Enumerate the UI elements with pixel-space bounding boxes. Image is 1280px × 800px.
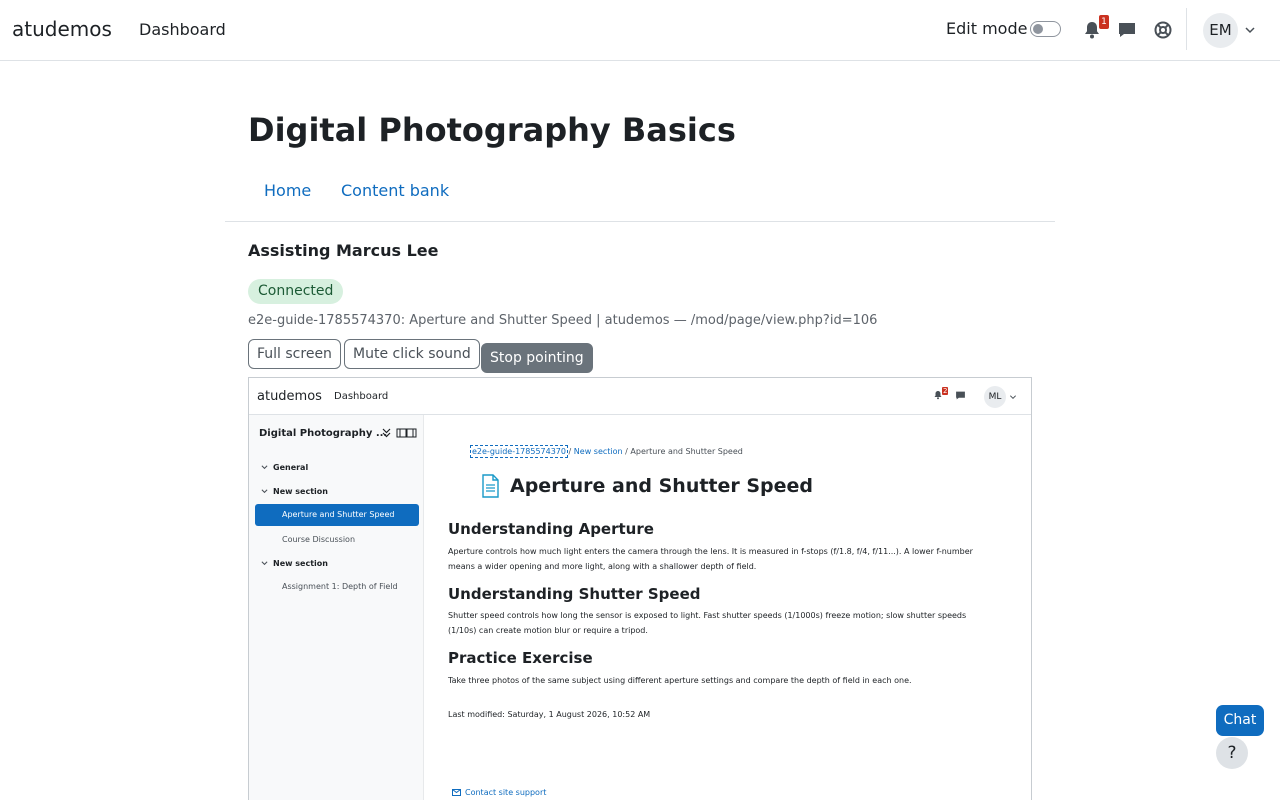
top-navbar: atudemos Dashboard Edit mode 1 EM <box>0 0 1280 61</box>
chevron-down-icon[interactable] <box>261 488 268 495</box>
last-modified: Last modified: Saturday, 1 August 2026, … <box>448 710 651 719</box>
chevron-down-icon[interactable] <box>1244 24 1256 36</box>
lifebuoy-icon[interactable] <box>1153 20 1173 40</box>
sidebar-section-new-2[interactable]: New section <box>273 559 328 568</box>
notification-badge: 1 <box>1099 15 1109 29</box>
sidebar-section-general[interactable]: General <box>273 463 308 472</box>
mute-click-sound-button[interactable]: Mute click sound <box>344 339 480 369</box>
content-text-aperture: Aperture controls how much light enters … <box>448 547 973 571</box>
full-screen-button[interactable]: Full screen <box>248 339 341 369</box>
chevron-down-icon[interactable] <box>261 464 268 471</box>
remote-page-info: e2e-guide-1785574370: Aperture and Shutt… <box>248 313 878 328</box>
remote-site-brand[interactable]: atudemos <box>257 389 322 404</box>
content-heading-shutter: Understanding Shutter Speed <box>448 585 701 603</box>
contact-support-label: Contact site support <box>465 788 547 797</box>
remote-course-index: Digital Photography ... General New sect… <box>249 415 424 800</box>
course-title: Digital Photography Basics <box>248 111 736 149</box>
navbar-divider <box>1186 8 1187 50</box>
tab-home[interactable]: Home <box>264 181 311 200</box>
remote-chat-bubble-icon[interactable] <box>955 390 966 401</box>
envelope-icon <box>452 789 461 796</box>
assist-heading: Assisting Marcus Lee <box>248 241 439 260</box>
chat-bubble-icon[interactable] <box>1117 20 1137 40</box>
sidebar-item-course-discussion[interactable]: Course Discussion <box>282 535 355 544</box>
collapse-drawer-icon[interactable] <box>382 427 422 439</box>
help-button[interactable]: ? <box>1216 737 1248 769</box>
content-text-shutter: Shutter speed controls how long the sens… <box>448 611 967 635</box>
remote-page-title: Aperture and Shutter Speed <box>510 475 814 497</box>
site-brand[interactable]: atudemos <box>12 17 112 41</box>
remote-user-avatar[interactable]: ML <box>984 386 1006 408</box>
sidebar-item-assignment[interactable]: Assignment 1: Depth of Field <box>282 582 398 591</box>
tab-content-bank[interactable]: Content bank <box>341 181 449 200</box>
content-heading-exercise: Practice Exercise <box>448 649 593 667</box>
chevron-down-icon[interactable] <box>261 560 268 567</box>
breadcrumb: e2e-guide-1785574370 / New section / Ape… <box>470 445 743 458</box>
remote-nav-dashboard[interactable]: Dashboard <box>334 391 388 402</box>
sidebar-item-aperture-active[interactable]: Aperture and Shutter Speed <box>255 504 419 526</box>
content-text-exercise: Take three photos of the same subject us… <box>448 676 912 685</box>
stop-pointing-button[interactable]: Stop pointing <box>481 343 593 373</box>
page-document-icon <box>482 474 499 498</box>
remote-notification-badge: 2 <box>942 387 949 395</box>
content-heading-aperture: Understanding Aperture <box>448 520 654 538</box>
edit-mode-toggle[interactable] <box>1030 21 1061 37</box>
nav-dashboard-link[interactable]: Dashboard <box>139 20 226 39</box>
user-avatar[interactable]: EM <box>1203 13 1238 48</box>
toggle-knob <box>1033 24 1043 34</box>
breadcrumb-section-link[interactable]: New section <box>574 447 623 456</box>
remote-course-name[interactable]: Digital Photography ... <box>259 428 387 439</box>
course-secondary-nav: Home Content bank <box>225 172 1055 222</box>
breadcrumb-course-link[interactable]: e2e-guide-1785574370 <box>470 445 568 458</box>
remote-navbar: atudemos Dashboard 2 ML <box>249 378 1031 415</box>
breadcrumb-current: Aperture and Shutter Speed <box>630 447 743 456</box>
chat-button[interactable]: Chat <box>1216 705 1264 736</box>
remote-main-content: e2e-guide-1785574370 / New section / Ape… <box>425 415 1031 800</box>
contact-support-link[interactable]: Contact site support <box>452 788 546 797</box>
remote-chevron-down-icon[interactable] <box>1009 393 1017 401</box>
edit-mode-label: Edit mode <box>946 19 1028 38</box>
connection-status-badge: Connected <box>248 279 344 304</box>
sidebar-section-new-1[interactable]: New section <box>273 487 328 496</box>
remote-screen-view[interactable]: atudemos Dashboard 2 ML Digital Photogra… <box>248 377 1032 800</box>
